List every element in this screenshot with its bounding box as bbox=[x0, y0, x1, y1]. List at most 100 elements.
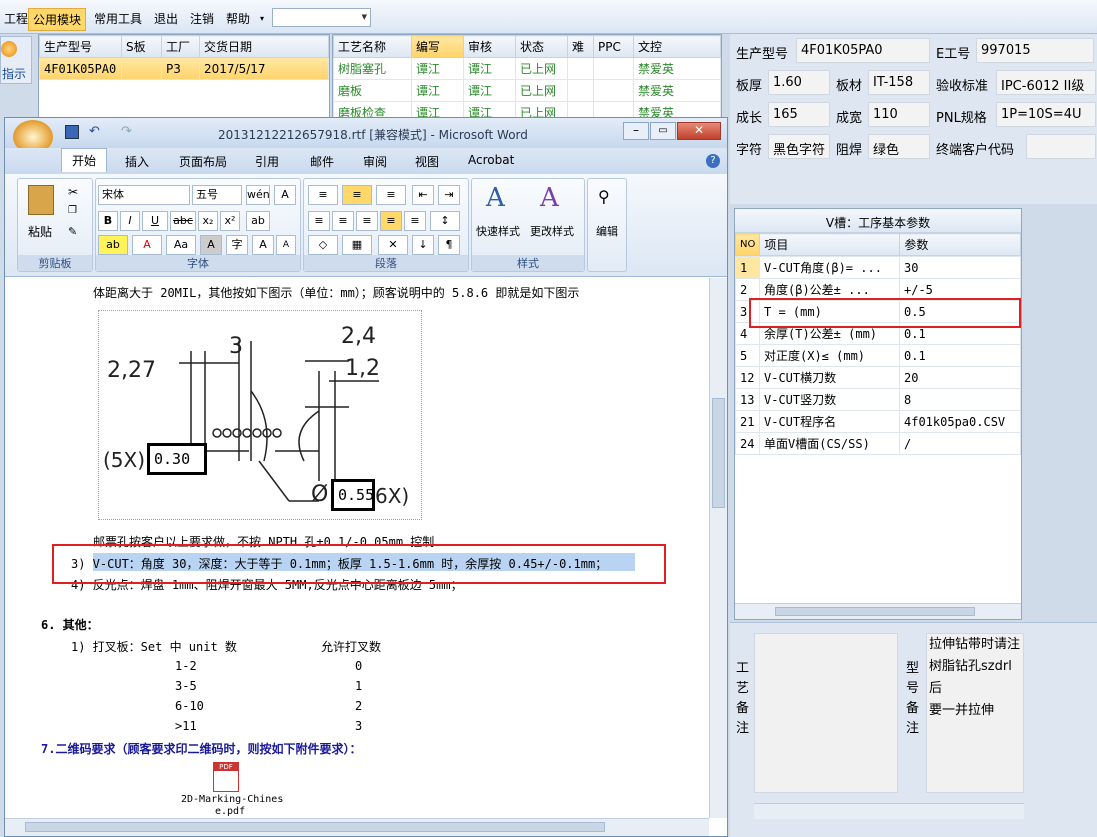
cell[interactable]: 谭江 bbox=[463, 101, 516, 117]
highlight-icon[interactable]: ab bbox=[98, 235, 128, 255]
paste-icon[interactable] bbox=[28, 185, 54, 215]
mask-field[interactable]: 绿色 bbox=[868, 134, 930, 159]
clear-format-icon[interactable]: ab bbox=[246, 211, 270, 231]
shrink-font-icon[interactable]: A bbox=[276, 235, 296, 255]
line-spacing-icon[interactable]: ↕ bbox=[430, 211, 460, 231]
table-row[interactable]: 磨板 谭江 谭江 已上网 禁爱英 bbox=[333, 79, 721, 102]
table-row[interactable]: 21 V-CUT程序名 4f01k05pa0.CSV bbox=[735, 410, 1021, 433]
cell[interactable]: 对正度(X)≤ (mm) bbox=[759, 344, 900, 367]
align-center-icon[interactable]: ≡ bbox=[332, 211, 354, 231]
edit-button[interactable]: 编辑 bbox=[596, 223, 618, 239]
minimize-button[interactable]: – bbox=[623, 122, 649, 140]
attachment-name[interactable]: e.pdf bbox=[215, 806, 245, 817]
cell[interactable]: 磨板检查 bbox=[333, 101, 412, 117]
char-border-icon[interactable]: A bbox=[274, 185, 296, 205]
decrease-indent-icon[interactable]: ⇤ bbox=[412, 185, 434, 205]
help-dropdown-icon[interactable]: ▾ bbox=[256, 12, 268, 25]
subscript-icon[interactable]: x₂ bbox=[198, 211, 218, 231]
paste-label[interactable]: 粘贴 bbox=[28, 223, 52, 240]
italic-icon[interactable]: I bbox=[120, 211, 140, 231]
col-header[interactable]: 参数 bbox=[899, 233, 1021, 256]
cell[interactable]: 禁爱英 bbox=[633, 57, 721, 80]
scroll-thumb[interactable] bbox=[25, 822, 605, 832]
cell[interactable]: 4f01k05pa0.CSV bbox=[899, 410, 1021, 433]
char-field[interactable]: 黑色字符 bbox=[768, 134, 830, 159]
col-header[interactable]: S板 bbox=[121, 35, 162, 58]
cell[interactable]: 禁爱英 bbox=[633, 79, 721, 102]
font-color-icon[interactable]: A bbox=[132, 235, 162, 255]
col-header[interactable]: 状态 bbox=[515, 35, 568, 58]
customer-field[interactable] bbox=[1026, 134, 1096, 159]
quick-style-button[interactable]: 快速样式 bbox=[476, 223, 520, 239]
cell[interactable]: 已上网 bbox=[515, 101, 568, 117]
tab-layout[interactable]: 页面布局 bbox=[179, 153, 227, 170]
table-row[interactable]: 4F01K05PA0 P3 2017/5/17 bbox=[39, 57, 329, 80]
cell[interactable]: P3 bbox=[161, 57, 200, 80]
pdf-icon[interactable]: PDF bbox=[213, 762, 239, 792]
col-header[interactable]: PPC bbox=[593, 35, 634, 58]
cell[interactable]: V-CUT角度(β)= ... bbox=[759, 256, 900, 279]
quick-style-icon[interactable]: A bbox=[486, 183, 505, 213]
cell[interactable]: 谭江 bbox=[411, 57, 464, 80]
table-row[interactable]: 磨板检查 谭江 谭江 已上网 禁爱英 bbox=[333, 101, 721, 117]
multilevel-icon[interactable]: ≡ bbox=[376, 185, 406, 205]
cell[interactable] bbox=[567, 57, 594, 80]
col-header[interactable]: 项目 bbox=[759, 233, 901, 256]
doc-vscroll[interactable] bbox=[709, 278, 727, 818]
show-marks-icon[interactable]: ¶ bbox=[438, 235, 460, 255]
menu-help[interactable]: 帮助 bbox=[222, 8, 254, 29]
strike-icon[interactable]: abc bbox=[170, 211, 196, 231]
cell[interactable]: 谭江 bbox=[411, 79, 464, 102]
grow-font-icon[interactable]: A bbox=[252, 235, 274, 255]
cell[interactable] bbox=[121, 57, 162, 80]
table-row[interactable]: 1 V-CUT角度(β)= ... 30 bbox=[735, 256, 1021, 279]
cell[interactable]: 树脂塞孔 bbox=[333, 57, 412, 80]
distributed-icon[interactable]: ≡ bbox=[404, 211, 426, 231]
cell[interactable]: / bbox=[899, 432, 1021, 455]
format-painter-icon[interactable]: ✎ bbox=[68, 225, 77, 238]
tab-mailings[interactable]: 邮件 bbox=[310, 153, 334, 170]
cell[interactable] bbox=[567, 79, 594, 102]
cell[interactable]: 21 bbox=[735, 410, 760, 433]
font-size-select[interactable]: 五号 bbox=[192, 185, 242, 205]
redo-icon[interactable]: ↷ bbox=[121, 124, 132, 139]
cell[interactable]: 24 bbox=[735, 432, 760, 455]
scroll-thumb[interactable] bbox=[712, 398, 725, 508]
char-shading-icon[interactable]: A bbox=[200, 235, 222, 255]
cell[interactable] bbox=[593, 57, 634, 80]
notes-hscroll[interactable] bbox=[754, 803, 1024, 819]
chinese-layout-icon[interactable]: ✕ bbox=[378, 235, 408, 255]
col-header[interactable]: 审核 bbox=[463, 35, 516, 58]
col-header[interactable]: 工艺名称 bbox=[333, 35, 412, 58]
col-header[interactable]: NO bbox=[735, 233, 761, 256]
col-header[interactable]: 编写 bbox=[411, 35, 464, 58]
cell[interactable]: 13 bbox=[735, 388, 760, 411]
tab-review[interactable]: 审阅 bbox=[363, 153, 387, 170]
cell[interactable]: 30 bbox=[899, 256, 1021, 279]
col-header[interactable]: 工厂 bbox=[161, 35, 200, 58]
cell[interactable]: V-CUT程序名 bbox=[759, 410, 900, 433]
cell[interactable]: 谭江 bbox=[463, 79, 516, 102]
table-row[interactable]: 树脂塞孔 谭江 谭江 已上网 禁爱英 bbox=[333, 57, 721, 80]
maximize-button[interactable]: ▭ bbox=[650, 122, 676, 140]
col-header[interactable]: 难 bbox=[567, 35, 594, 58]
instruction-button[interactable]: 指示 bbox=[0, 36, 32, 84]
tab-acrobat[interactable]: Acrobat bbox=[468, 153, 514, 167]
craft-note-field[interactable] bbox=[754, 633, 898, 793]
borders-icon[interactable]: ▦ bbox=[342, 235, 372, 255]
enclose-char-icon[interactable]: 字 bbox=[226, 235, 248, 255]
cell[interactable]: 禁爱英 bbox=[633, 101, 721, 117]
prod-model-field[interactable]: 4F01K05PA0 bbox=[796, 38, 930, 63]
cell[interactable]: 5 bbox=[735, 344, 760, 367]
undo-icon[interactable]: ↶ bbox=[89, 124, 100, 139]
change-style-button[interactable]: 更改样式 bbox=[530, 223, 574, 239]
length-field[interactable]: 165 bbox=[768, 102, 830, 127]
cell[interactable]: 0.1 bbox=[899, 344, 1021, 367]
table-row[interactable]: 13 V-CUT竖刀数 8 bbox=[735, 388, 1021, 411]
cell[interactable]: 12 bbox=[735, 366, 760, 389]
bullets-icon[interactable]: ≡ bbox=[308, 185, 338, 205]
cell[interactable]: 20 bbox=[899, 366, 1021, 389]
phonetic-icon[interactable]: wén bbox=[246, 185, 270, 205]
pnl-field[interactable]: 1P=10S=4U bbox=[996, 102, 1096, 127]
menu-exit[interactable]: 退出 bbox=[150, 8, 182, 29]
